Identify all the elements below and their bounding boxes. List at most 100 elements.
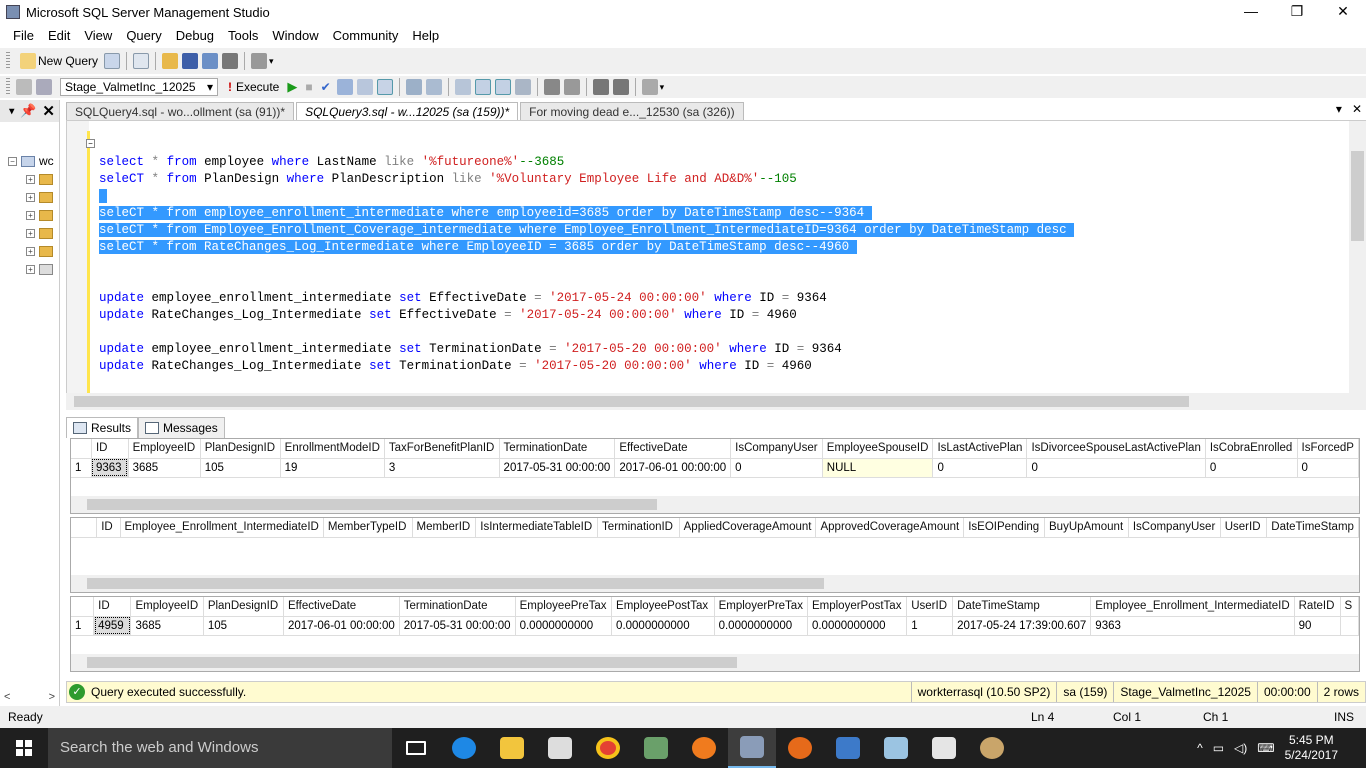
clock[interactable]: 5:45 PM 5/24/2017 — [1285, 733, 1338, 763]
scrollbar-thumb[interactable] — [87, 499, 657, 510]
task-view-button[interactable] — [392, 728, 440, 768]
tab-sqlquery3[interactable]: SQLQuery3.sql - w...12025 (sa (159))* — [296, 102, 519, 120]
grid-cell[interactable]: 2017-05-24 17:39:00.607 — [952, 616, 1092, 636]
taskbar-remote-desktop[interactable] — [824, 728, 872, 768]
scrollbar-thumb[interactable] — [74, 396, 1189, 407]
column-header[interactable]: EnrollmentModeID — [280, 439, 385, 459]
grid-cell[interactable]: 0 — [1205, 458, 1298, 478]
grid-cell[interactable]: 0.0000000000 — [611, 616, 715, 636]
column-header[interactable]: IsCompanyUser — [1128, 518, 1221, 538]
column-header[interactable]: EmployeeID — [130, 597, 204, 617]
client-statistics-icon[interactable] — [454, 79, 471, 95]
new-database-engine-query-icon[interactable] — [104, 53, 121, 69]
results-to-grid-icon[interactable] — [494, 79, 511, 95]
column-header[interactable]: IsEOIPending — [963, 518, 1045, 538]
toolbar-grip[interactable] — [6, 78, 10, 96]
activity-monitor-icon[interactable] — [251, 53, 268, 69]
column-header[interactable]: EmployeeID — [128, 439, 201, 459]
grid-cell[interactable]: 1 — [906, 616, 954, 636]
grid-cell[interactable]: 3685 — [130, 616, 204, 636]
grid-horizontal-scrollbar[interactable] — [71, 654, 1359, 671]
column-header[interactable]: IsIntermediateTableID — [475, 518, 599, 538]
show-hidden-icons-icon[interactable]: ^ — [1197, 741, 1203, 755]
column-header[interactable]: ID — [91, 439, 129, 459]
results-grid-enrollment[interactable]: ID EmployeeID PlanDesignID EnrollmentMod… — [70, 438, 1360, 514]
close-tab-icon[interactable]: ✕ — [1352, 102, 1362, 116]
execute-button[interactable]: ! Execute — [224, 80, 283, 94]
grid-cell[interactable]: 3685 — [128, 458, 201, 478]
grid-cell[interactable]: 0 — [932, 458, 1028, 478]
column-header[interactable]: DateTimeStamp — [952, 597, 1092, 617]
scrollbar-thumb[interactable] — [87, 657, 737, 668]
network-icon[interactable]: ▭ — [1213, 741, 1224, 755]
taskbar-notes[interactable] — [872, 728, 920, 768]
left-pane-hscroll[interactable]: < > — [0, 688, 59, 706]
taskbar-file-explorer[interactable] — [488, 728, 536, 768]
column-header[interactable]: TaxForBenefitPlanID — [384, 439, 500, 459]
column-header[interactable]: MemberID — [412, 518, 477, 538]
tab-messages[interactable]: Messages — [138, 417, 225, 438]
column-header[interactable]: RateID — [1294, 597, 1341, 617]
grid-cell[interactable]: 2017-05-31 00:00:00 — [499, 458, 616, 478]
scroll-left-icon[interactable]: < — [4, 691, 10, 703]
sql-editor[interactable]: − select * from employee where LastName … — [66, 121, 1366, 393]
menu-edit[interactable]: Edit — [41, 28, 77, 43]
volume-icon[interactable]: ◁) — [1234, 741, 1247, 755]
column-header[interactable]: TerminationDate — [399, 597, 516, 617]
taskbar-edge[interactable] — [440, 728, 488, 768]
print-icon[interactable] — [222, 53, 239, 69]
taskbar-firefox[interactable] — [776, 728, 824, 768]
expand-icon[interactable]: + — [26, 246, 35, 256]
save-all-icon[interactable] — [202, 53, 219, 69]
grid-cell[interactable]: 19 — [280, 458, 385, 478]
tree-management-node[interactable]: + — [0, 260, 59, 278]
menu-community[interactable]: Community — [326, 28, 406, 43]
grid-cell[interactable]: 0 — [730, 458, 823, 478]
expand-icon[interactable]: + — [26, 228, 35, 238]
grid-horizontal-scrollbar[interactable] — [71, 575, 1359, 592]
table-row[interactable]: 1 4959 3685 105 2017-06-01 00:00:00 2017… — [71, 616, 1359, 636]
pin-icon[interactable]: 📌 — [20, 103, 36, 119]
tree-folder-node[interactable]: + — [0, 170, 59, 188]
display-estimated-plan-icon[interactable] — [336, 79, 353, 95]
change-connection-icon[interactable] — [36, 79, 52, 95]
menu-query[interactable]: Query — [119, 28, 168, 43]
scroll-right-icon[interactable]: > — [49, 691, 55, 703]
taskbar-calculator[interactable] — [632, 728, 680, 768]
tree-server-node[interactable]: − wc — [0, 152, 59, 170]
expand-icon[interactable]: + — [26, 210, 35, 220]
grid-cell[interactable]: 3 — [384, 458, 500, 478]
grid-cell[interactable]: 90 — [1294, 616, 1341, 636]
taskbar-ssms[interactable] — [728, 728, 776, 768]
scrollbar-thumb[interactable] — [1351, 151, 1364, 241]
grid-cell[interactable]: 0.0000000000 — [515, 616, 613, 636]
intellisense-icon[interactable] — [405, 79, 422, 95]
close-pane-icon[interactable]: ✕ — [42, 102, 55, 120]
grid-cell[interactable]: 0.0000000000 — [714, 616, 808, 636]
open-file-icon[interactable] — [162, 53, 179, 69]
column-header[interactable]: EffectiveDate — [614, 439, 732, 459]
tree-folder-node[interactable]: + — [0, 188, 59, 206]
tree-folder-node[interactable]: + — [0, 206, 59, 224]
column-header[interactable]: IsLastActivePlan — [932, 439, 1028, 459]
column-header[interactable]: S — [1340, 597, 1359, 617]
results-to-file-icon[interactable] — [514, 79, 531, 95]
column-header[interactable]: DateTimeStamp — [1266, 518, 1359, 538]
menu-tools[interactable]: Tools — [221, 28, 265, 43]
column-header[interactable]: ApprovedCoverageAmount — [815, 518, 965, 538]
column-header[interactable]: IsForcedP — [1297, 439, 1359, 459]
query-options-icon[interactable] — [376, 79, 393, 95]
column-header[interactable]: UserID — [1220, 518, 1268, 538]
results-to-text-icon[interactable] — [474, 79, 491, 95]
menu-file[interactable]: File — [6, 28, 41, 43]
actual-plan-icon[interactable] — [425, 79, 442, 95]
table-row[interactable]: 1 9363 3685 105 19 3 2017-05-31 00:00:00… — [71, 458, 1359, 478]
column-header[interactable]: EmployerPostTax — [807, 597, 908, 617]
grid-cell[interactable]: 2017-06-01 00:00:00 — [283, 616, 400, 636]
close-button[interactable]: ✕ — [1320, 0, 1366, 24]
tab-sqlquery4[interactable]: SQLQuery4.sql - wo...ollment (sa (91))* — [66, 102, 295, 120]
new-file-icon[interactable] — [133, 53, 150, 69]
column-header[interactable]: Employee_Enrollment_IntermediateID — [1090, 597, 1295, 617]
column-header[interactable]: TerminationDate — [499, 439, 616, 459]
column-header[interactable]: EmployeePostTax — [611, 597, 715, 617]
